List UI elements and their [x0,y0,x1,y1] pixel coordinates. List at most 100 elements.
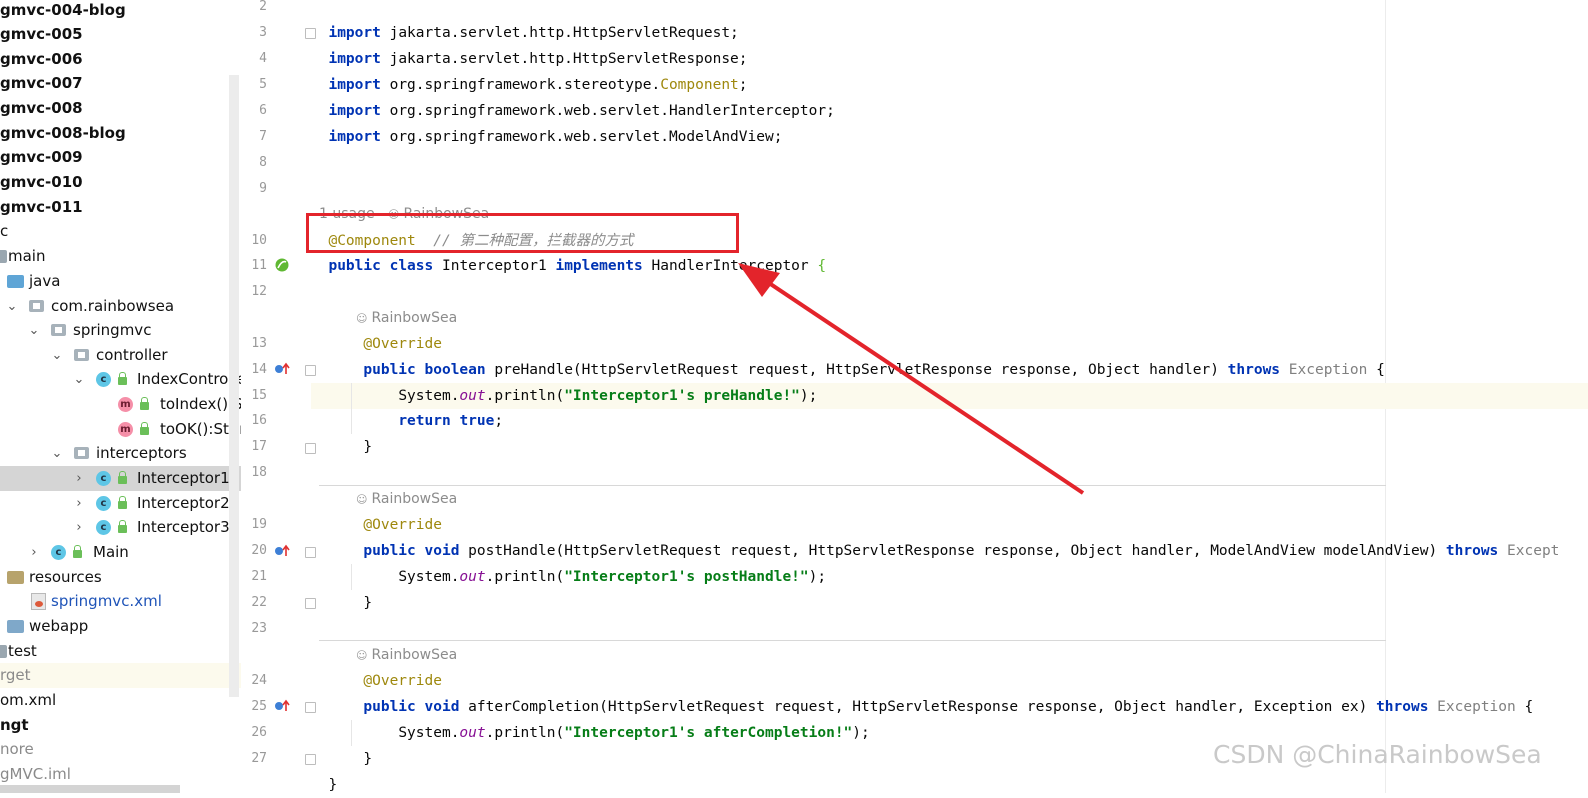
tree-item-webapp[interactable]: webapp [0,614,241,639]
tree-item-class[interactable]: › c Interceptor2 [0,491,241,516]
tree-item-package[interactable]: ⌄ com.rainbowsea [0,294,241,319]
author-hint: RainbowSea [356,305,457,331]
line-number: 14 [251,362,267,377]
tree-item-module[interactable]: gmvc-011 [0,195,241,220]
chevron-right-icon[interactable]: › [72,466,86,491]
tree-item-method[interactable]: m toIndex():St [0,392,241,417]
tree-item-class[interactable]: ⌄ c IndexController [0,367,241,392]
tree-item-resources[interactable]: resources [0,565,241,590]
tree-item-target[interactable]: rget [0,663,241,688]
tree-item-class-selected[interactable]: › c Interceptor1 [0,466,241,491]
tree-item-label: controller [96,346,168,364]
line-number: 23 [251,621,267,636]
author-hint: RainbowSea [356,642,457,668]
folder-icon [0,645,7,658]
code-line: public void afterCompletion(HttpServletR… [363,699,1534,715]
implements-method-icon[interactable] [274,699,290,713]
code-line: public void postHandle(HttpServletReques… [363,543,1560,559]
line-number: 17 [251,439,267,454]
line-number: 24 [251,673,267,688]
tree-item-package[interactable]: ⌄ controller [0,343,241,368]
tree-item-module[interactable]: gmvc-008-blog [0,121,241,146]
code-line: import jakarta.servlet.http.HttpServletR… [328,25,739,41]
tree-item-label: gmvc-006 [0,50,83,68]
chevron-down-icon[interactable]: ⌄ [50,441,64,466]
package-icon [74,349,89,361]
chevron-down-icon[interactable]: ⌄ [50,343,64,368]
tree-item-method[interactable]: m toOK():Strin [0,417,241,442]
line-number: 11 [251,258,267,273]
implements-method-icon[interactable] [274,362,290,376]
tree-item-module[interactable]: gmvc-009 [0,145,241,170]
package-icon [29,300,44,312]
line-number: 25 [251,699,267,714]
tree-item-module[interactable]: gmvc-006 [0,47,241,72]
spring-bean-icon[interactable] [275,258,289,272]
tree-item-file[interactable]: om.xml [0,688,241,713]
code-line: @Override [363,673,442,689]
tree-item-label: gmvc-009 [0,148,83,166]
tree-item-class[interactable]: › c Main [0,540,241,565]
line-number: 13 [251,336,267,351]
tree-item-label: java [29,272,61,290]
chevron-right-icon[interactable]: › [72,491,86,516]
line-number: 22 [251,595,267,610]
code-line: import org.springframework.web.servlet.M… [328,129,783,145]
tree-item-module[interactable]: gmvc-004-blog [0,0,241,23]
lock-icon [118,520,127,533]
tree-item-label: com.rainbowsea [51,297,175,315]
tree-item-label: resources [29,568,102,586]
chevron-right-icon[interactable]: › [27,540,41,565]
tree-horizontal-scrollbar[interactable] [0,785,180,793]
web-folder-icon [7,620,24,633]
source-folder-icon [7,275,24,288]
tree-item-java[interactable]: java [0,269,241,294]
tree-item-label: om.xml [0,691,57,709]
tree-item-package[interactable]: ⌄ interceptors [0,441,241,466]
tree-item-file[interactable]: gMVC.iml [0,762,241,787]
chevron-right-icon[interactable]: › [72,515,86,540]
project-tree: gmvc-004-blog gmvc-005 gmvc-006 gmvc-007… [0,0,241,793]
tree-item-module[interactable]: gmvc-008 [0,96,241,121]
tree-vertical-scrollbar[interactable] [229,75,239,697]
line-number: 4 [259,51,267,66]
tree-item-label: test [8,642,37,660]
tree-item-label: gmvc-008-blog [0,124,126,142]
line-number: 20 [251,543,267,558]
tree-item-main[interactable]: main [0,244,241,269]
tree-item-label: gmvc-007 [0,74,83,92]
tree-item-label: gmvc-010 [0,173,83,191]
tree-item-package[interactable]: ⌄ springmvc [0,318,241,343]
tree-item-src[interactable]: c [0,219,241,244]
watermark: CSDN @ChinaRainbowSea [1213,740,1542,769]
tree-item-file[interactable]: springmvc.xml [0,589,241,614]
class-icon: c [96,372,111,387]
tree-item-module[interactable]: gmvc-005 [0,22,241,47]
tree-item-class[interactable]: › c Interceptor3 [0,515,241,540]
tree-item-file[interactable]: nore [0,737,241,762]
tree-item-module[interactable]: gmvc-007 [0,71,241,96]
tree-item-label: rget [0,666,31,684]
tree-item-label: gmvc-004-blog [0,1,126,19]
tree-item-module[interactable]: gmvc-010 [0,170,241,195]
chevron-down-icon[interactable]: ⌄ [72,367,86,392]
line-number: 26 [251,725,267,740]
line-number: 18 [251,465,267,480]
line-number: 7 [259,129,267,144]
line-number: 3 [259,25,267,40]
tree-item-label: Interceptor3 [137,518,230,536]
resources-folder-icon [7,571,24,584]
class-icon: c [96,471,111,486]
method-icon: m [118,422,133,437]
tree-item-module[interactable]: ngt [0,713,241,738]
tree-item-test[interactable]: test [0,639,241,664]
lock-icon [140,397,149,410]
tree-item-label: gmvc-011 [0,198,83,216]
implements-method-icon[interactable] [274,544,290,558]
author-hint: RainbowSea [356,486,457,512]
lock-icon [118,496,127,509]
chevron-down-icon[interactable]: ⌄ [5,294,19,319]
line-number: 10 [251,233,267,248]
chevron-down-icon[interactable]: ⌄ [27,318,41,343]
tree-item-label: springmvc [73,321,152,339]
